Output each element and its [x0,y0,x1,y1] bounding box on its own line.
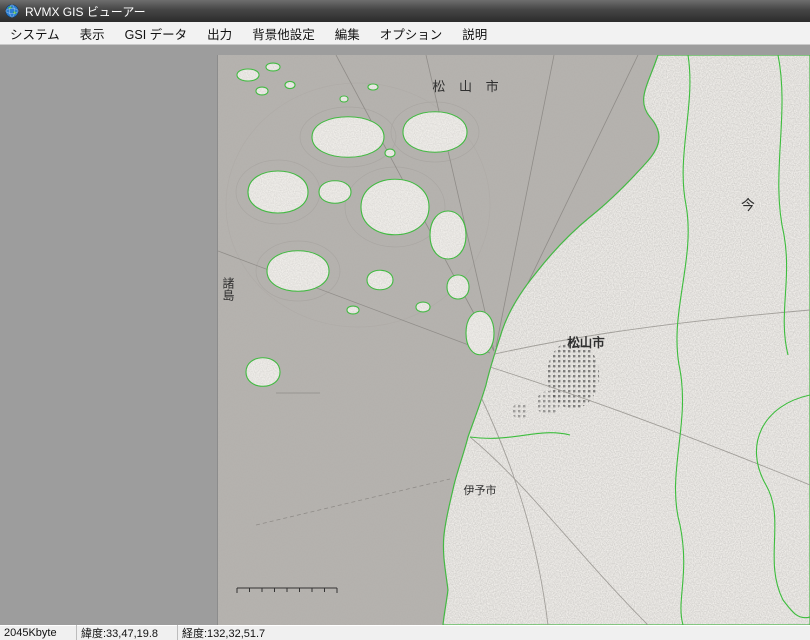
map-label-islands: 諸島 [221,276,235,302]
menu-item-label: 表示 [80,24,105,43]
menu-item-label: 背景他設定 [252,24,315,43]
map-viewport[interactable]: 松 山 市 松山市 伊予市 諸島 今 [218,55,810,625]
menu-item-edit[interactable]: 編集 [325,22,370,44]
menu-item-gsi-data[interactable]: GSI データ [115,22,198,44]
status-bar: 2045Kbyte 緯度:33,47,19.8 経度:132,32,51.7 [0,625,810,640]
menu-item-system[interactable]: システム [0,22,70,44]
menu-item-label: GSI データ [125,24,188,43]
map-label-matsuyama-top: 松 山 市 [432,79,503,94]
globe-icon [5,4,19,18]
map-label-matsuyama-center: 松山市 [567,335,605,350]
map-canvas[interactable]: 松 山 市 松山市 伊予市 諸島 今 [218,55,810,625]
map-label-ima: 今 [741,197,755,213]
memory-status: 2045Kbyte [0,627,76,639]
menu-item-label: 出力 [207,24,232,43]
menu-item-background-settings[interactable]: 背景他設定 [242,22,325,44]
longitude-readout: 経度:132,32,51.7 [177,625,269,640]
title-bar: RVMX GIS ビューアー [0,0,810,22]
menu-item-label: システム [10,24,60,43]
map-label-iyo-city: 伊予市 [464,483,497,497]
menu-item-label: オプション [380,24,443,43]
menu-item-view[interactable]: 表示 [70,22,115,44]
menu-item-label: 説明 [462,24,487,43]
menu-item-help[interactable]: 説明 [452,22,497,44]
menu-item-output[interactable]: 出力 [197,22,242,44]
menu-bar: システム 表示 GSI データ 出力 背景他設定 編集 オプション 説明 [0,22,810,45]
latitude-readout: 緯度:33,47,19.8 [76,625,177,640]
client-area: 松 山 市 松山市 伊予市 諸島 今 [0,45,810,625]
app-window: RVMX GIS ビューアー システム 表示 GSI データ 出力 背景他設定 … [0,0,810,640]
menu-item-options[interactable]: オプション [370,22,453,44]
menu-item-label: 編集 [335,24,360,43]
window-title: RVMX GIS ビューアー [25,3,146,20]
